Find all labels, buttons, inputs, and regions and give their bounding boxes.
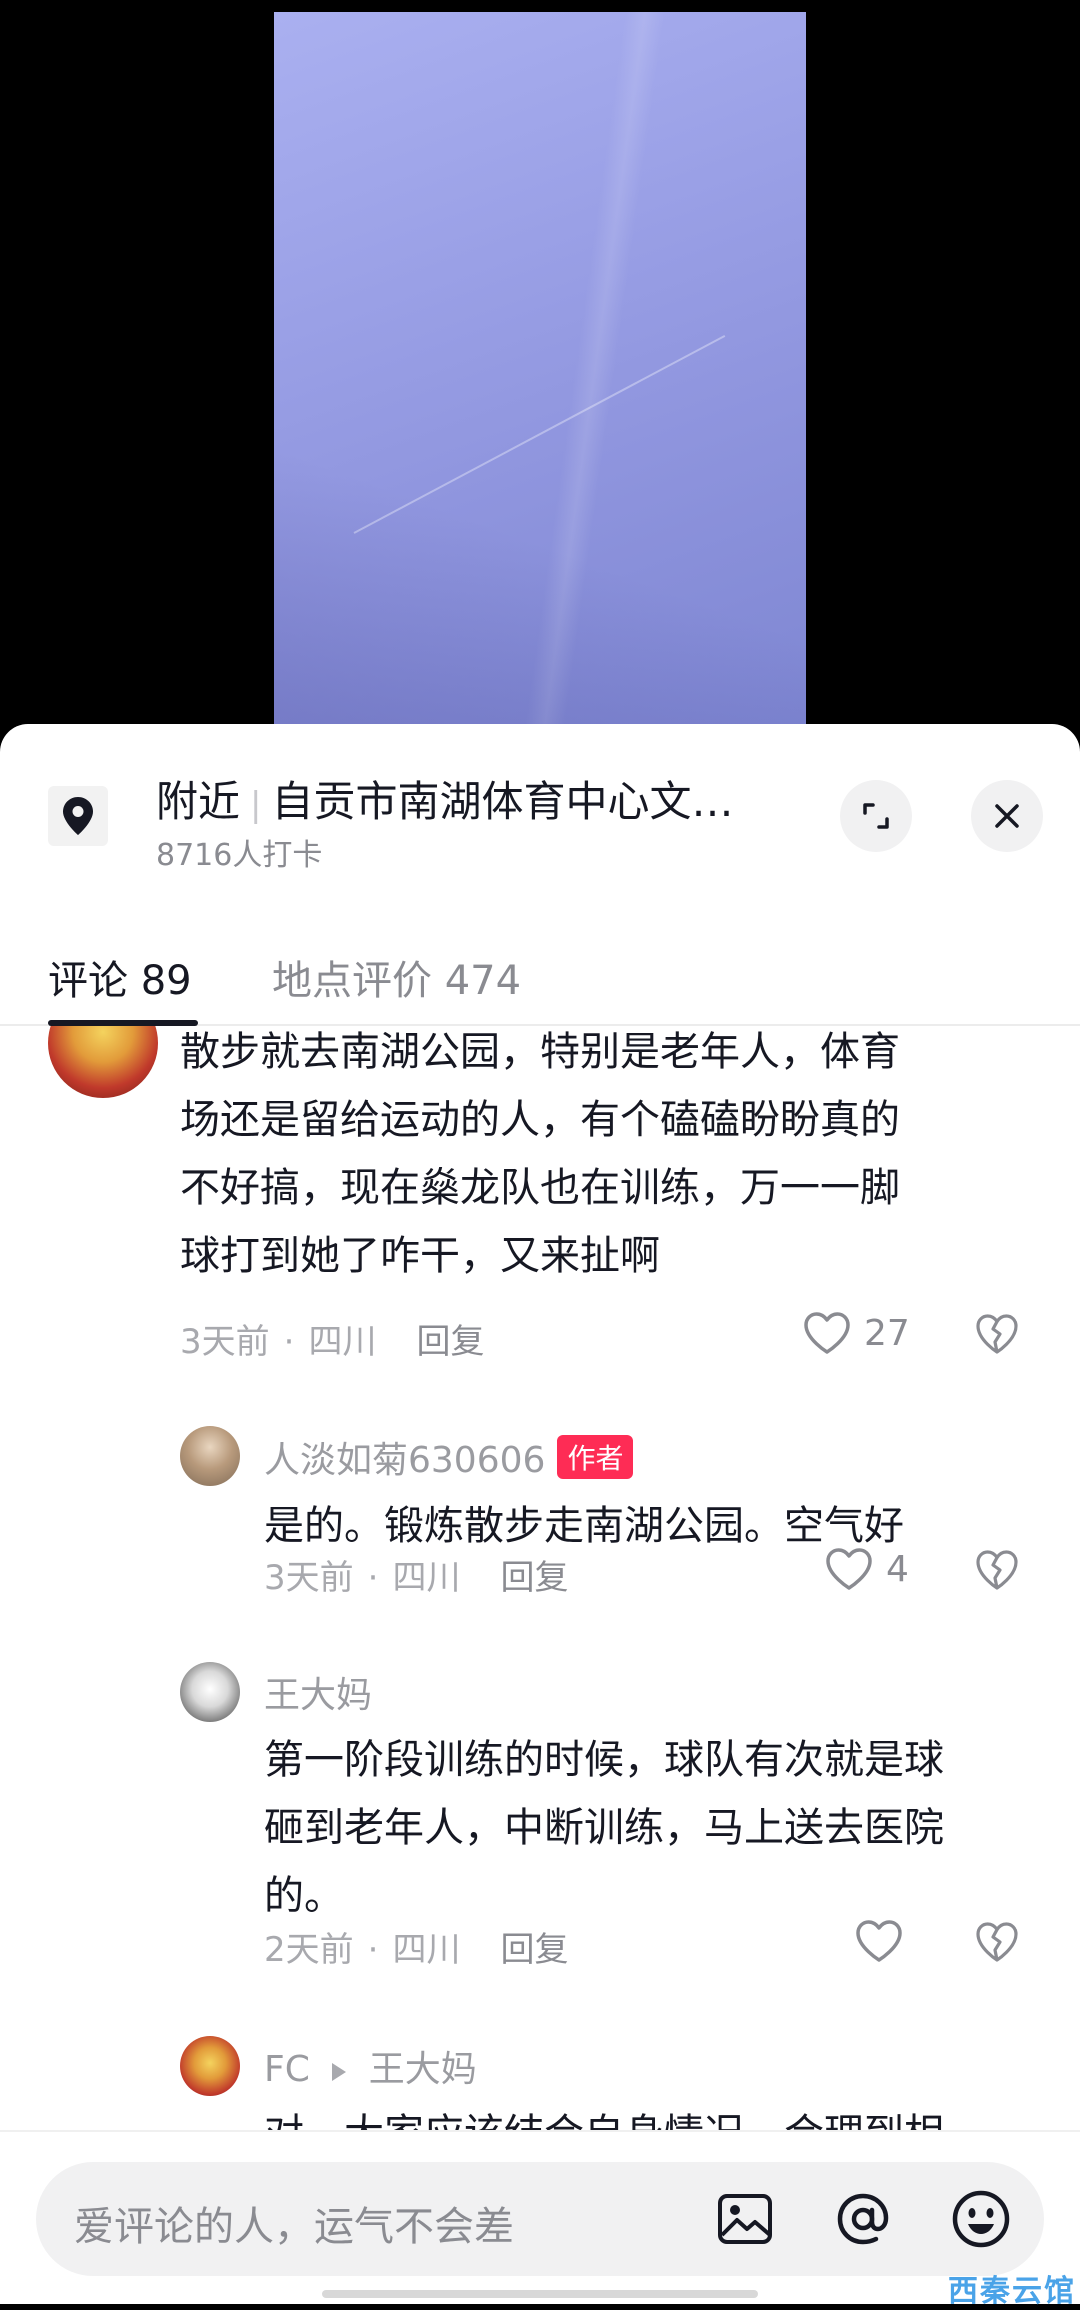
reply-button[interactable]: 回复 — [416, 1322, 484, 1362]
comment-time: 3天前 — [264, 1558, 354, 1598]
comment-list[interactable]: 散步就去南湖公园，特别是老年人，体育 场还是留给运动的人，有个磕磕盼盼真的 不好… — [0, 1026, 1080, 2136]
heart-icon — [826, 1548, 872, 1590]
tab-comments[interactable]: 评论 89 — [48, 948, 192, 1006]
close-button[interactable] — [971, 780, 1043, 852]
like-count: 27 — [864, 1312, 910, 1354]
dislike-heart-icon — [976, 1314, 1018, 1354]
comment-username[interactable]: 人淡如菊630606 作者 — [264, 1431, 634, 1483]
dislike-heart-icon — [976, 1922, 1018, 1962]
dislike-button[interactable] — [974, 1312, 1020, 1360]
image-button[interactable] — [712, 2186, 778, 2252]
like-button[interactable]: 27 — [802, 1310, 910, 1356]
reply-button[interactable]: 回复 — [500, 1558, 568, 1598]
like-button[interactable] — [854, 1918, 904, 1964]
comment-time: 2天前 — [264, 1930, 354, 1970]
at-icon — [837, 2193, 889, 2245]
image-icon — [718, 2194, 772, 2244]
avatar[interactable] — [180, 1426, 240, 1486]
video-player[interactable] — [0, 0, 1080, 740]
comment-text: 散步就去南湖公园，特别是老年人，体育 场还是留给运动的人，有个磕磕盼盼真的 不好… — [180, 1029, 900, 1279]
comment-time: 3天前 — [180, 1322, 270, 1362]
comment-input[interactable]: 爱评论的人，运气不会差 — [36, 2162, 1044, 2276]
home-indicator[interactable] — [322, 2290, 758, 2298]
comment-region: 四川 — [392, 1558, 461, 1598]
like-button[interactable]: 4 — [824, 1546, 909, 1592]
reply-button[interactable]: 回复 — [500, 1930, 568, 1970]
location-pin-icon — [48, 786, 108, 846]
heart-icon — [856, 1920, 902, 1962]
comment-region: 四川 — [392, 1930, 461, 1970]
dislike-button[interactable] — [974, 1920, 1020, 1968]
location-title[interactable]: 附近 | 自贡市南湖体育中心文… — [156, 768, 734, 829]
close-icon — [995, 804, 1019, 828]
video-frame — [274, 12, 806, 740]
comment-text: 第一阶段训练的时候，球队有次就是球 砸到老年人，中断训练，马上送去医院 的。 — [264, 1737, 944, 1919]
tab-bar: 评论 89 地点评价 474 — [0, 934, 1080, 1026]
checkin-count: 8716人打卡 — [156, 838, 323, 873]
comment-sheet: 附近 | 自贡市南湖体育中心文… 8716人打卡 评论 89 地点评价 474 散步… — [0, 724, 1080, 2304]
comment-meta: 3天前 · 四川 回复 — [264, 1558, 569, 1598]
comment-username[interactable]: 王大妈 — [264, 1666, 372, 1718]
avatar[interactable] — [48, 1026, 158, 1098]
reply-arrow-icon — [332, 2063, 347, 2081]
expand-icon — [863, 803, 889, 829]
emoji-button[interactable] — [948, 2186, 1014, 2252]
watermark: 西秦云馆 — [948, 2274, 1076, 2309]
avatar[interactable] — [180, 2036, 240, 2096]
comment-input-bar: 爱评论的人，运气不会差 — [0, 2130, 1080, 2304]
like-count: 4 — [886, 1548, 909, 1590]
comment-meta: 3天前 · 四川 回复 — [180, 1322, 485, 1362]
mention-button[interactable] — [830, 2186, 896, 2252]
dislike-button[interactable] — [974, 1548, 1020, 1596]
emoji-icon — [952, 2190, 1010, 2248]
dislike-heart-icon — [976, 1550, 1018, 1590]
location-name: 自贡市南湖体育中心文… — [271, 777, 734, 826]
tab-place-reviews[interactable]: 地点评价 474 — [272, 948, 521, 1006]
heart-icon — [804, 1312, 850, 1354]
expand-button[interactable] — [840, 780, 912, 852]
location-header[interactable]: 附近 | 自贡市南湖体育中心文… 8716人打卡 — [0, 724, 1080, 894]
comment-placeholder: 爱评论的人，运气不会差 — [74, 2204, 514, 2250]
comment-region: 四川 — [308, 1322, 377, 1362]
comment-meta: 2天前 · 四川 回复 — [264, 1930, 569, 1970]
author-badge: 作者 — [557, 1435, 634, 1479]
location-prefix: 附近 — [156, 777, 241, 826]
avatar[interactable] — [180, 1662, 240, 1722]
comment-username[interactable]: FC 王大妈 — [264, 2040, 477, 2092]
